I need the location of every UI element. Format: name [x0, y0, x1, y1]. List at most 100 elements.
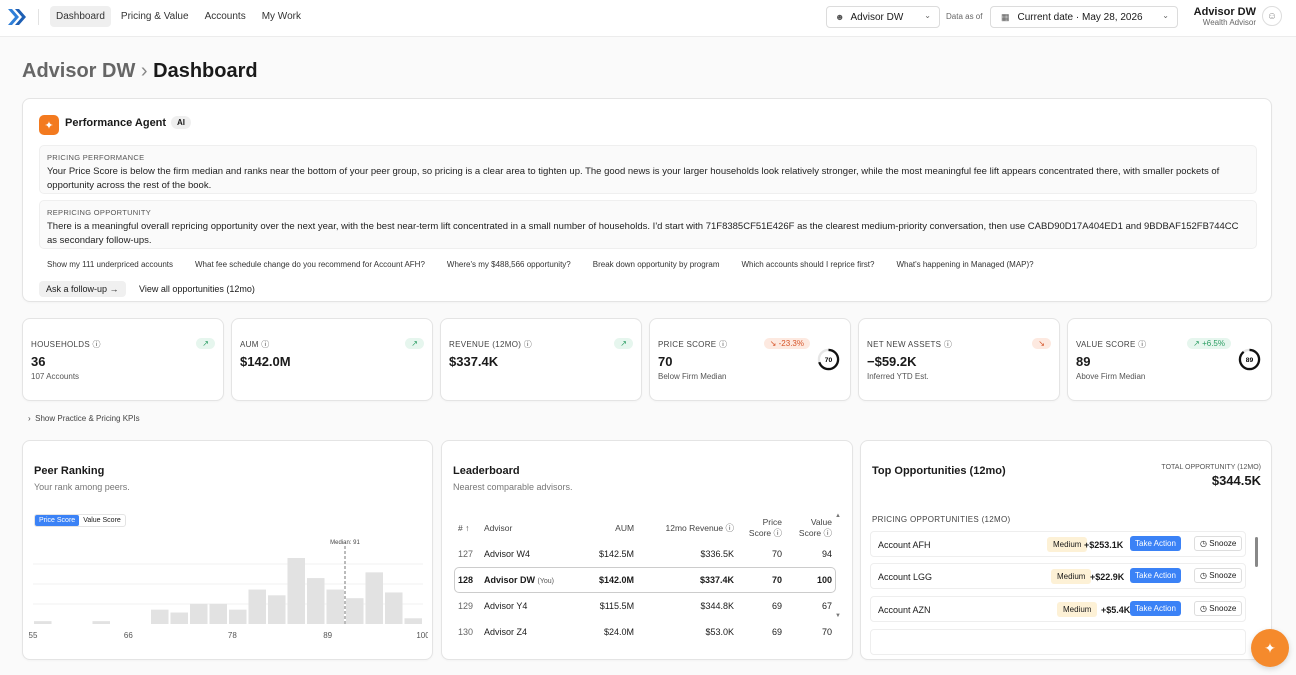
trend-badge: ↗ +6.5% — [1187, 338, 1231, 349]
median-label: Median: 91 — [330, 540, 360, 546]
table-row[interactable]: 129 Advisor Y4 $115.5M $344.8K 69 67 — [454, 593, 836, 619]
performance-agent-card: ✦ Performance Agent AI PRICING PERFORMAN… — [22, 98, 1272, 302]
kpi-value-score[interactable]: VALUE SCORE ⓘ ↗ +6.5% 89 Above Firm Medi… — [1067, 318, 1272, 401]
opportunity-row[interactable]: Account AZN Medium +$5.4K Take Action ◷ … — [870, 596, 1246, 622]
histogram-bar — [190, 603, 208, 624]
x-tick-label: 66 — [124, 631, 133, 640]
x-tick-label: 78 — [228, 631, 237, 640]
panel-title: Peer Ranking — [34, 465, 105, 477]
score-toggle: Price Score Value Score — [34, 514, 126, 527]
avatar[interactable]: ☺ — [1262, 6, 1282, 26]
top-opportunities-card: Top Opportunities (12mo) TOTAL OPPORTUNI… — [860, 440, 1272, 660]
chevron-down-icon: ⌄ — [924, 11, 931, 20]
col-advisor[interactable]: Advisor — [480, 515, 582, 541]
info-icon: ⓘ — [1138, 340, 1147, 349]
nav-my-work[interactable]: My Work — [256, 6, 307, 27]
nav-dashboard[interactable]: Dashboard — [50, 6, 111, 27]
opportunity-amount: +$5.4K — [1101, 605, 1131, 615]
breadcrumb-parent[interactable]: Advisor DW — [22, 60, 135, 82]
opportunity-row[interactable]: Account LGG Medium +$22.9K Take Action ◷… — [870, 563, 1246, 589]
score-ring: 89 — [1238, 348, 1261, 371]
toggle-value-score[interactable]: Value Score — [79, 515, 125, 526]
table-row-you[interactable]: 128 Advisor DW (You) $142.0M $337.4K 70 100 — [454, 567, 836, 593]
snooze-button[interactable]: ◷ Snooze — [1194, 568, 1243, 583]
histogram-bar — [209, 603, 227, 624]
histogram-bar — [92, 621, 110, 624]
table-row[interactable]: 127 Advisor W4 $142.5M $336.5K 70 94 — [454, 541, 836, 567]
chip[interactable]: What's happening in Managed (MAP)? — [888, 257, 1041, 272]
chevron-down-icon: ⌄ — [1162, 11, 1169, 20]
show-kpis-toggle[interactable]: › Show Practice & Pricing KPIs — [28, 414, 140, 423]
breadcrumb-separator: › — [140, 60, 148, 82]
kpi-value: $337.4K — [449, 354, 499, 369]
kpi-price-score[interactable]: PRICE SCORE ⓘ ↘ -23.3% 70 Below Firm Med… — [649, 318, 851, 401]
total-value: $344.5K — [1211, 473, 1261, 488]
kpi-value: −$59.2K — [867, 354, 917, 369]
col-price-score[interactable]: Price Score ⓘ — [738, 515, 786, 541]
kpi-households[interactable]: HOUSEHOLDS ⓘ ↗ 36 107 Accounts — [22, 318, 224, 401]
chip[interactable]: Where's my $488,566 opportunity? — [439, 257, 579, 272]
info-icon: ⓘ — [92, 340, 101, 349]
snooze-button[interactable]: ◷ Snooze — [1194, 601, 1243, 616]
main-nav: Dashboard Pricing & Value Accounts My Wo… — [50, 6, 307, 27]
chip[interactable]: Break down opportunity by program — [585, 257, 728, 272]
calendar-icon: ▦ — [1001, 11, 1010, 22]
histogram-bar — [229, 609, 247, 624]
chip[interactable]: What fee schedule change do you recommen… — [187, 257, 433, 272]
opportunity-row[interactable] — [870, 629, 1246, 655]
toggle-price-score[interactable]: Price Score — [35, 515, 80, 526]
scrollbar[interactable]: ▼ — [835, 613, 841, 619]
chip[interactable]: Show my 111 underpriced accounts — [39, 257, 181, 272]
kpi-revenue[interactable]: REVENUE (12MO) ⓘ ↗ $337.4K — [440, 318, 642, 401]
section-body: There is a meaningful overall repricing … — [47, 221, 1239, 246]
peer-ranking-card: Peer Ranking Your rank among peers. Pric… — [22, 440, 433, 660]
suggestion-chips: Show my 111 underpriced accounts What fe… — [39, 257, 1042, 272]
trend-badge: ↘ — [1032, 338, 1051, 349]
nav-accounts[interactable]: Accounts — [199, 6, 252, 27]
kpi-value: 36 — [31, 354, 46, 369]
histogram-bar — [404, 618, 422, 624]
advisor-select[interactable]: ☻ Advisor DW ⌄ — [826, 6, 940, 28]
ask-follow-up-button[interactable]: Ask a follow-up → — [39, 281, 126, 297]
panel-title: Top Opportunities (12mo) — [872, 465, 1006, 477]
date-select[interactable]: ▦ Current date · May 28, 2026 ⌄ — [990, 6, 1178, 28]
total-opportunity: TOTAL OPPORTUNITY (12MO) $344.5K — [1161, 464, 1261, 488]
histogram-bar — [365, 572, 383, 624]
user-info[interactable]: Advisor DW Wealth Advisor — [1194, 6, 1256, 27]
take-action-button[interactable]: Take Action — [1130, 601, 1181, 616]
kpi-value: 70 — [658, 354, 673, 369]
pricing-performance-section: PRICING PERFORMANCE Your Price Score is … — [39, 145, 1257, 194]
priority-badge: Medium — [1051, 569, 1092, 584]
view-all-opportunities-link[interactable]: View all opportunities (12mo) — [139, 284, 255, 294]
score-ring: 70 — [817, 348, 840, 371]
col-revenue[interactable]: 12mo Revenue ⓘ — [638, 515, 738, 541]
col-rank[interactable]: # ↑ — [454, 515, 480, 541]
col-aum[interactable]: AUM — [582, 515, 638, 541]
page-title: Dashboard — [153, 60, 258, 82]
opportunity-row[interactable]: Account AFH Medium +$253.1K Take Action … — [870, 531, 1246, 557]
chip[interactable]: Which accounts should I reprice first? — [733, 257, 882, 272]
kpi-net-new-assets[interactable]: NET NEW ASSETS ⓘ ↘ −$59.2K Inferred YTD … — [858, 318, 1060, 401]
col-value-score[interactable]: Value Score ⓘ — [786, 515, 836, 541]
snooze-button[interactable]: ◷ Snooze — [1194, 536, 1243, 551]
app-logo-icon[interactable] — [6, 7, 28, 27]
table-row[interactable]: 130 Advisor Z4 $24.0M $53.0K 69 70 — [454, 619, 836, 645]
kpi-label: NET NEW ASSETS ⓘ — [867, 340, 953, 349]
kpi-label: AUM ⓘ — [240, 340, 270, 349]
kpi-aum[interactable]: AUM ⓘ ↗ $142.0M — [231, 318, 433, 401]
date-select-value: Current date · May 28, 2026 — [1017, 11, 1143, 23]
take-action-button[interactable]: Take Action — [1130, 568, 1181, 583]
take-action-button[interactable]: Take Action — [1130, 536, 1181, 551]
kpi-label: HOUSEHOLDS ⓘ — [31, 340, 101, 349]
panel-subtitle: Your rank among peers. — [34, 482, 130, 492]
sparkle-icon: ✦ — [1264, 639, 1276, 656]
info-icon: ⓘ — [523, 340, 533, 349]
scrollbar[interactable] — [1255, 537, 1258, 567]
leaderboard-card: Leaderboard Nearest comparable advisors.… — [441, 440, 853, 660]
histogram-bar — [268, 595, 286, 624]
scrollbar[interactable]: ▲ — [835, 513, 841, 519]
nav-pricing-value[interactable]: Pricing & Value — [115, 6, 195, 27]
kpi-label: VALUE SCORE ⓘ — [1076, 340, 1147, 349]
chevron-right-icon: › — [28, 414, 31, 423]
agent-fab-button[interactable]: ✦ — [1251, 629, 1289, 667]
